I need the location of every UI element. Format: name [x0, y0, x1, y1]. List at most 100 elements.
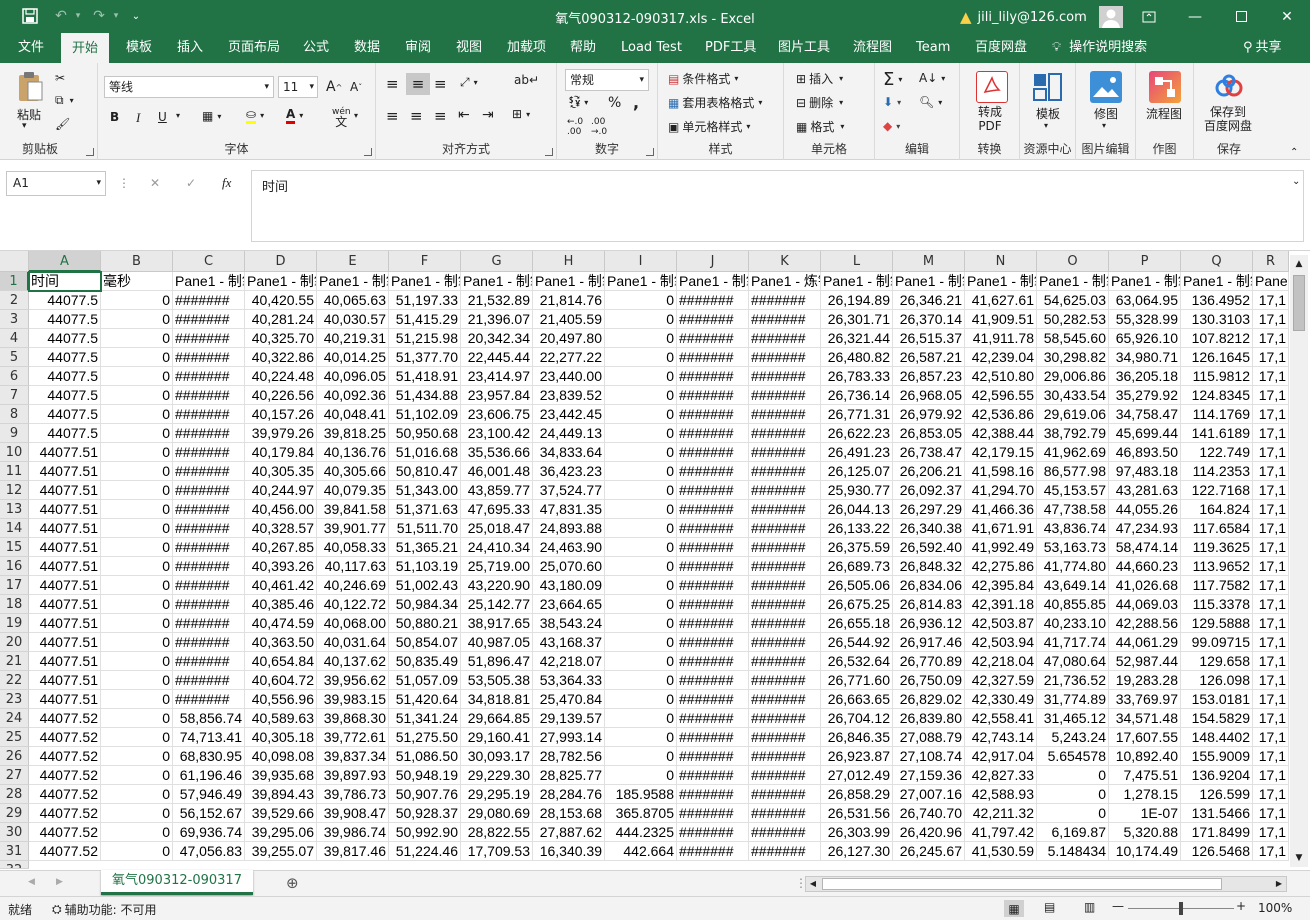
data-cell[interactable]: ####### — [677, 842, 749, 861]
data-cell[interactable]: 43,180.09 — [533, 576, 605, 595]
data-cell[interactable]: ####### — [749, 310, 821, 329]
data-cell[interactable]: 0 — [101, 576, 173, 595]
data-cell[interactable]: 136.4952 — [1181, 291, 1253, 310]
data-cell[interactable]: ####### — [749, 367, 821, 386]
data-cell[interactable]: 30,093.17 — [461, 747, 533, 766]
data-cell[interactable]: 7,475.51 — [1109, 766, 1181, 785]
row-header-3[interactable]: 3 — [0, 310, 29, 329]
data-cell[interactable]: 26,544.92 — [821, 633, 893, 652]
data-cell[interactable]: 26,505.06 — [821, 576, 893, 595]
data-cell[interactable]: 44077.51 — [29, 500, 101, 519]
data-cell[interactable]: 0 — [605, 500, 677, 519]
data-cell[interactable]: ####### — [677, 386, 749, 405]
data-cell[interactable]: 39,786.73 — [317, 785, 389, 804]
data-cell[interactable]: 50,854.07 — [389, 633, 461, 652]
data-cell[interactable]: 61,196.46 — [173, 766, 245, 785]
header-cell[interactable]: Pane1 - 制氧 — [317, 272, 389, 291]
align-left-icon[interactable]: ≡ — [386, 107, 399, 125]
data-cell[interactable]: 23,664.65 — [533, 595, 605, 614]
tab-picture-tools[interactable]: 图片工具 — [776, 33, 832, 63]
data-cell[interactable]: 43,859.77 — [461, 481, 533, 500]
data-cell[interactable]: 17,1 — [1253, 481, 1289, 500]
data-cell[interactable]: 40,267.85 — [245, 538, 317, 557]
bold-button[interactable]: B — [110, 110, 119, 124]
data-cell[interactable]: 50,810.47 — [389, 462, 461, 481]
row-header-22[interactable]: 22 — [0, 671, 29, 690]
data-cell[interactable]: 50,984.34 — [389, 595, 461, 614]
data-cell[interactable]: 44077.51 — [29, 690, 101, 709]
header-cell[interactable]: Pane1 - 制氧 — [173, 272, 245, 291]
data-cell[interactable]: 0 — [101, 709, 173, 728]
data-cell[interactable]: 65,926.10 — [1109, 329, 1181, 348]
data-cell[interactable]: 41,909.51 — [965, 310, 1037, 329]
data-cell[interactable]: 51,896.47 — [461, 652, 533, 671]
paste-button[interactable]: 粘贴 — [17, 106, 41, 123]
header-cell[interactable]: Pane1 - 制氧 — [1109, 272, 1181, 291]
align-center-icon[interactable]: ≡ — [410, 107, 423, 125]
delete-cells-button[interactable]: ⊟ 删除 ▾ — [796, 94, 843, 111]
data-cell[interactable]: ####### — [677, 291, 749, 310]
data-cell[interactable]: ####### — [173, 614, 245, 633]
data-cell[interactable]: 47,080.64 — [1037, 652, 1109, 671]
data-cell[interactable]: 26,340.38 — [893, 519, 965, 538]
data-cell[interactable]: ####### — [677, 443, 749, 462]
data-cell[interactable]: 22,277.22 — [533, 348, 605, 367]
data-cell[interactable]: 43,168.37 — [533, 633, 605, 652]
data-cell[interactable]: 0 — [605, 766, 677, 785]
data-cell[interactable]: 164.824 — [1181, 500, 1253, 519]
data-cell[interactable]: 24,893.88 — [533, 519, 605, 538]
data-cell[interactable]: 26,297.29 — [893, 500, 965, 519]
data-cell[interactable]: ####### — [677, 728, 749, 747]
data-cell[interactable]: 0 — [605, 405, 677, 424]
data-cell[interactable]: 0 — [605, 633, 677, 652]
row-header-28[interactable]: 28 — [0, 785, 29, 804]
data-cell[interactable]: ####### — [749, 386, 821, 405]
data-cell[interactable]: 42,218.07 — [533, 652, 605, 671]
data-cell[interactable]: 21,405.59 — [533, 310, 605, 329]
column-header-I[interactable]: I — [605, 251, 677, 272]
data-cell[interactable]: 53,505.38 — [461, 671, 533, 690]
row-header-15[interactable]: 15 — [0, 538, 29, 557]
data-cell[interactable]: 23,440.00 — [533, 367, 605, 386]
data-cell[interactable]: 0 — [101, 481, 173, 500]
conditional-format-button[interactable]: ▤ 条件格式 ▾ — [668, 70, 738, 87]
tab-addins[interactable]: 加载项 — [505, 33, 548, 63]
data-cell[interactable]: 51,215.98 — [389, 329, 461, 348]
data-cell[interactable]: 29,295.19 — [461, 785, 533, 804]
row-header-11[interactable]: 11 — [0, 462, 29, 481]
data-cell[interactable]: 0 — [605, 557, 677, 576]
data-cell[interactable]: 40,179.84 — [245, 443, 317, 462]
data-cell[interactable]: 41,797.42 — [965, 823, 1037, 842]
row-header-27[interactable]: 27 — [0, 766, 29, 785]
add-sheet-icon[interactable]: ⊕ — [286, 874, 299, 892]
flowchart-button[interactable]: 流程图 — [1146, 105, 1182, 122]
data-cell[interactable]: 26,771.60 — [821, 671, 893, 690]
data-cell[interactable]: 25,719.00 — [461, 557, 533, 576]
data-cell[interactable]: 5.148434 — [1037, 842, 1109, 861]
accessibility-status[interactable]: ⛭ 辅助功能: 不可用 — [52, 901, 156, 918]
data-cell[interactable]: 40,117.63 — [317, 557, 389, 576]
data-cell[interactable]: ####### — [677, 348, 749, 367]
data-cell[interactable]: 19,283.28 — [1109, 671, 1181, 690]
data-cell[interactable]: 154.5829 — [1181, 709, 1253, 728]
data-cell[interactable]: ####### — [173, 386, 245, 405]
data-cell[interactable]: 26,979.92 — [893, 405, 965, 424]
data-cell[interactable]: 5,320.88 — [1109, 823, 1181, 842]
data-cell[interactable]: ####### — [677, 519, 749, 538]
data-cell[interactable]: 0 — [605, 576, 677, 595]
data-cell[interactable]: 44077.52 — [29, 709, 101, 728]
data-cell[interactable]: ####### — [749, 405, 821, 424]
data-cell[interactable]: 20,342.34 — [461, 329, 533, 348]
data-cell[interactable]: 40,244.97 — [245, 481, 317, 500]
row-header-17[interactable]: 17 — [0, 576, 29, 595]
data-cell[interactable]: 122.7168 — [1181, 481, 1253, 500]
data-cell[interactable]: 56,152.67 — [173, 804, 245, 823]
data-cell[interactable]: 41,992.49 — [965, 538, 1037, 557]
row-header-29[interactable]: 29 — [0, 804, 29, 823]
data-cell[interactable]: 36,423.23 — [533, 462, 605, 481]
data-cell[interactable]: 44077.52 — [29, 785, 101, 804]
data-cell[interactable]: 39,979.26 — [245, 424, 317, 443]
data-cell[interactable]: 141.6189 — [1181, 424, 1253, 443]
row-header-31[interactable]: 31 — [0, 842, 29, 861]
data-cell[interactable]: 40,233.10 — [1037, 614, 1109, 633]
